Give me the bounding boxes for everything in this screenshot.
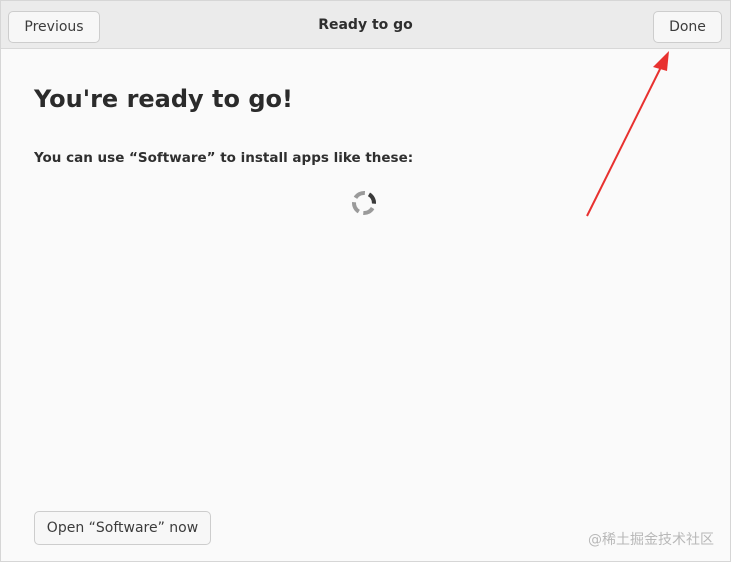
window-title: Ready to go — [318, 17, 413, 33]
software-description: You can use “Software” to install apps l… — [34, 150, 414, 166]
done-button[interactable]: Done — [653, 11, 722, 43]
header-bar: Previous Ready to go Done — [1, 1, 730, 49]
page-title: You're ready to go! — [34, 85, 293, 113]
spinner-icon — [352, 191, 376, 215]
open-software-button[interactable]: Open “Software” now — [34, 511, 211, 545]
watermark: @稀土掘金技术社区 — [588, 532, 714, 548]
welcome-window: Previous Ready to go Done You're ready t… — [0, 0, 731, 562]
